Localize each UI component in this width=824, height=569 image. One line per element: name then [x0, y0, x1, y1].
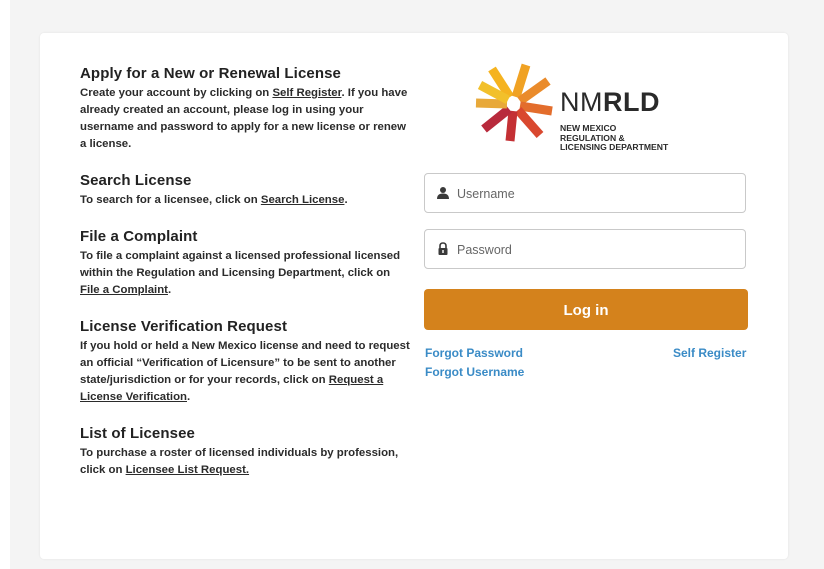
department-name: NEW MEXICO REGULATION & LICENSING DEPART…: [560, 123, 669, 153]
section-title: List of Licensee: [80, 425, 195, 442]
section-title: Search License: [80, 172, 192, 189]
section-file-complaint: File a Complaint To file a complaint aga…: [80, 228, 410, 299]
file-complaint-link[interactable]: File a Complaint: [80, 284, 168, 296]
self-register-inline-link[interactable]: Self Register: [272, 87, 341, 99]
section-text-before: To file a complaint against a licensed p…: [80, 250, 401, 279]
section-license-verification: License Verification Request If you hold…: [80, 318, 410, 406]
self-register-link[interactable]: Self Register: [673, 346, 746, 360]
section-title: License Verification Request: [80, 318, 288, 335]
section-text-before: Create your account by clicking on: [80, 87, 273, 99]
section-text-after: .: [344, 194, 348, 206]
section-text: To search for a licensee, click on Searc…: [80, 192, 410, 209]
section-search-license: Search License To search for a licensee,…: [80, 172, 410, 209]
section-text-before: To search for a licensee, click on: [80, 194, 261, 206]
logo-wordmark: NMRLD: [560, 87, 660, 118]
section-text-after: .: [187, 391, 191, 403]
wordmark-thin: NM: [560, 87, 603, 117]
nmrld-logo: NMRLD NEW MEXICO REGULATION & LICENSING …: [472, 61, 712, 161]
password-field[interactable]: [424, 229, 746, 270]
forgot-username-link[interactable]: Forgot Username: [425, 365, 524, 379]
login-card: Apply for a New or Renewal License Creat…: [40, 33, 788, 559]
username-input[interactable]: [455, 174, 739, 214]
lock-icon: [438, 242, 448, 255]
search-license-link[interactable]: Search License: [261, 194, 345, 206]
user-icon: [437, 187, 449, 199]
section-apply-license: Apply for a New or Renewal License Creat…: [80, 65, 410, 153]
starburst-logo-icon: [475, 63, 553, 142]
forgot-password-link[interactable]: Forgot Password: [425, 346, 523, 360]
username-field[interactable]: [424, 173, 746, 214]
section-list-of-licensee: List of Licensee To purchase a roster of…: [80, 425, 410, 479]
section-text: If you hold or held a New Mexico license…: [80, 338, 410, 406]
section-text-after: .: [167, 284, 172, 296]
password-input[interactable]: [455, 230, 739, 270]
dept-line: LICENSING DEPARTMENT: [560, 142, 669, 152]
licensee-list-request-link[interactable]: Licensee List Request.: [126, 464, 249, 476]
page-edge: [0, 0, 10, 569]
wordmark-bold: RLD: [603, 87, 660, 117]
section-text: To file a complaint against a licensed p…: [80, 248, 410, 299]
section-title: Apply for a New or Renewal License: [80, 65, 341, 82]
section-text: Create your account by clicking on Self …: [80, 85, 410, 153]
info-column: Apply for a New or Renewal License Creat…: [80, 65, 410, 498]
login-button[interactable]: Log in: [424, 289, 748, 330]
section-text: To purchase a roster of licensed individ…: [80, 445, 410, 479]
section-title: File a Complaint: [80, 228, 198, 245]
